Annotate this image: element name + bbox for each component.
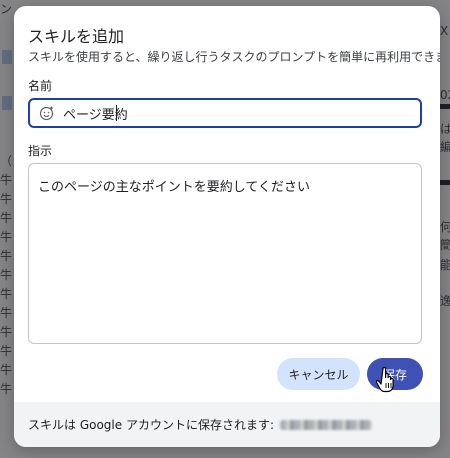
- cancel-button[interactable]: キャンセル: [277, 358, 360, 390]
- hand-pointer-icon: [376, 366, 394, 393]
- add-emoji-icon[interactable]: [39, 105, 55, 121]
- instruction-text: このページの主なポイントを要約してください: [38, 180, 310, 195]
- redacted-account-email: [280, 419, 372, 430]
- dialog-subtitle: スキルを使用すると、繰り返し行うタスクのプロンプトを簡単に再利用できます: [28, 50, 440, 64]
- name-input[interactable]: [63, 105, 403, 121]
- name-label: 名前: [28, 79, 53, 93]
- instruction-label: 指示: [28, 144, 53, 158]
- name-field[interactable]: [28, 98, 422, 128]
- instruction-textarea[interactable]: このページの主なポイントを要約してください: [28, 163, 422, 344]
- dialog-title: スキルを追加: [28, 27, 125, 46]
- footer-text: スキルは Google アカウントに保存されます:: [28, 418, 274, 432]
- text-caret: [116, 105, 117, 121]
- dialog-footer: スキルは Google アカウントに保存されます:: [14, 402, 440, 447]
